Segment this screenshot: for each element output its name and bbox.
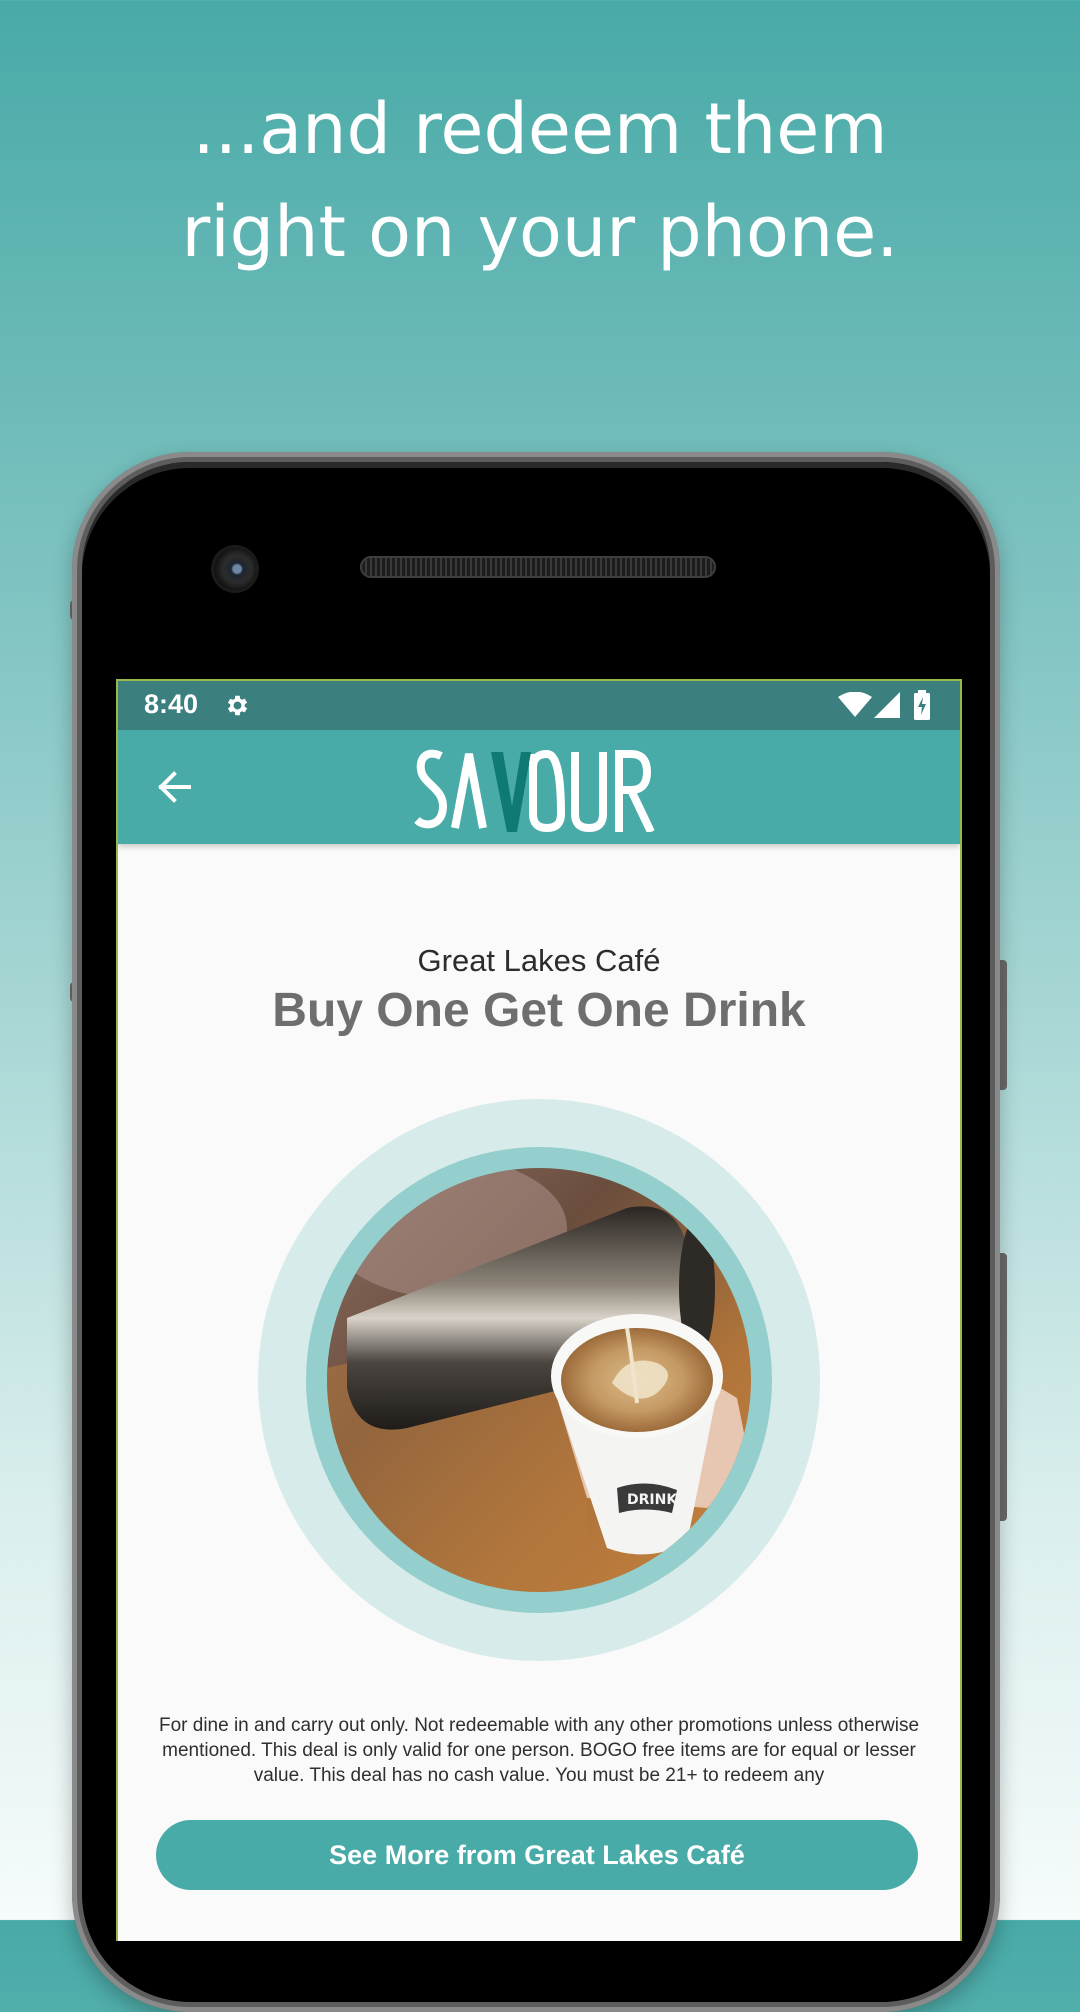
arrow-back-icon[interactable] (148, 760, 202, 814)
deal-fine-print: For dine in and carry out only. Not rede… (158, 1715, 920, 1786)
front-camera (214, 548, 256, 590)
status-time: 8:40 (144, 689, 199, 719)
gear-icon (227, 695, 248, 716)
cup-print: DRINK (627, 1492, 678, 1508)
phone-screen: 8:40 Great Lakes Café Buy One Get One Dr… (116, 679, 962, 1941)
merchant-name: Great Lakes Café (417, 943, 661, 978)
see-more-button[interactable]: See More from Great Lakes Café (156, 1820, 918, 1890)
savour-logo (414, 749, 655, 832)
earpiece-speaker (360, 556, 716, 578)
promo-headline: ...and redeem them right on your phone. (0, 78, 1080, 284)
latte-art-pour-photo: DRINK (327, 1168, 751, 1592)
headline-line-1: ...and redeem them (192, 88, 888, 170)
app-bar (118, 730, 960, 844)
cell-signal-icon (874, 692, 900, 718)
wifi-icon (838, 692, 872, 717)
battery-charging-icon (914, 690, 930, 720)
status-bar: 8:40 (118, 681, 960, 730)
deal-title: Buy One Get One Drink (272, 984, 806, 1037)
headline-line-2: right on your phone. (181, 191, 899, 273)
